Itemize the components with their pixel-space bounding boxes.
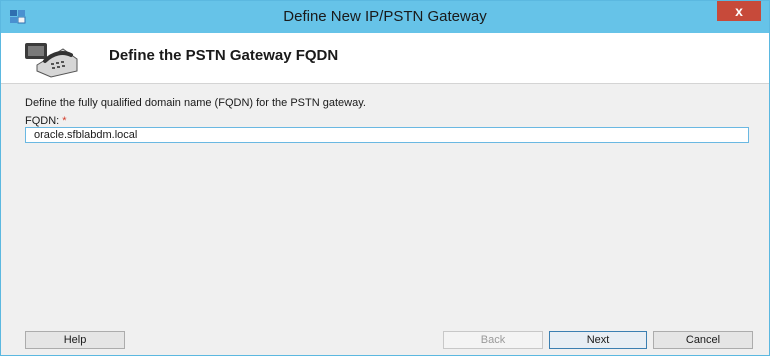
header-divider <box>1 83 769 84</box>
next-button[interactable]: Next <box>549 331 647 349</box>
wizard-window: Define New IP/PSTN Gateway x Define the … <box>0 0 770 356</box>
wizard-header: Define the PSTN Gateway FQDN <box>1 33 769 83</box>
form-description: Define the fully qualified domain name (… <box>25 97 366 109</box>
help-button[interactable]: Help <box>25 331 125 349</box>
cancel-button[interactable]: Cancel <box>653 331 753 349</box>
fqdn-label: FQDN: * <box>25 115 67 127</box>
fqdn-input[interactable] <box>25 127 749 143</box>
required-marker: * <box>62 115 67 127</box>
window-title: Define New IP/PSTN Gateway <box>283 8 487 25</box>
close-button[interactable]: x <box>717 1 761 21</box>
fqdn-label-text: FQDN: <box>25 115 60 127</box>
back-button[interactable]: Back <box>443 331 543 349</box>
title-bar[interactable]: Define New IP/PSTN Gateway x <box>1 1 769 33</box>
phone-icon <box>25 43 78 78</box>
page-title: Define the PSTN Gateway FQDN <box>109 47 339 64</box>
